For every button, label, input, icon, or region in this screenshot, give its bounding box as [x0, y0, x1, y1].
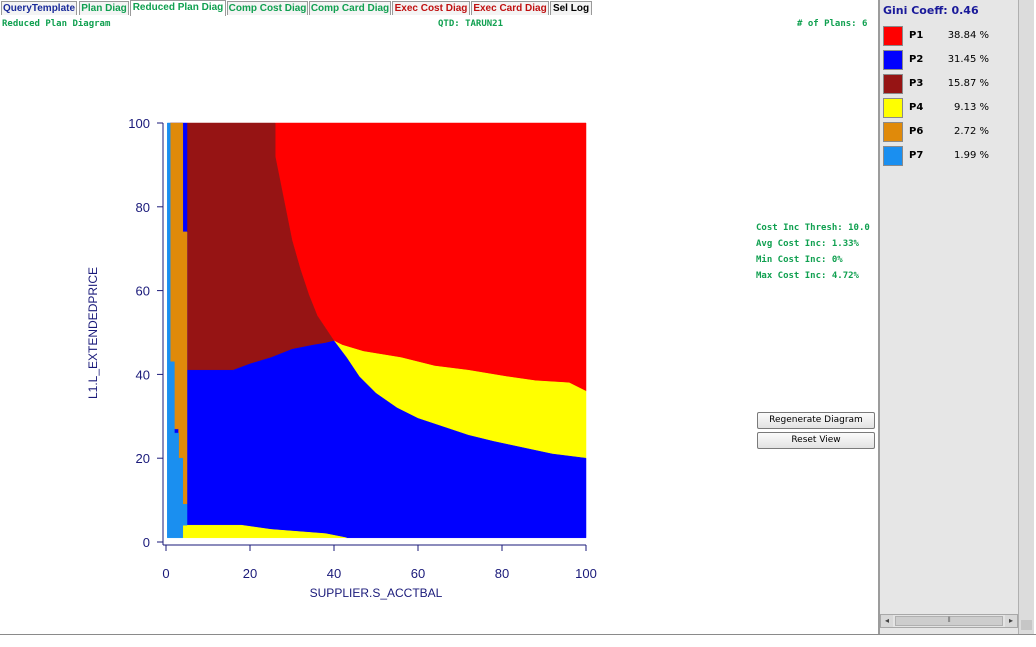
y-tick-label: 20: [136, 451, 150, 466]
y-tick-label: 60: [136, 284, 150, 299]
legend-plan-name: P1: [909, 30, 924, 41]
x-tick-label: 80: [495, 566, 509, 581]
regenerate-diagram-button[interactable]: Regenerate Diagram: [757, 412, 875, 429]
vertical-scrollbar[interactable]: [1018, 0, 1034, 634]
legend-plan-percent: 1.99 %: [954, 150, 989, 161]
scroll-right-icon[interactable]: ▸: [1005, 615, 1017, 627]
y-tick-label: 100: [128, 116, 150, 131]
legend-swatch: [883, 122, 903, 142]
x-tick-label: 0: [162, 566, 169, 581]
scroll-left-icon[interactable]: ◂: [881, 615, 893, 627]
legend-plan-percent: 9.13 %: [954, 102, 989, 113]
legend-item-p6[interactable]: P6 2.72 %: [883, 122, 1003, 144]
reset-view-button[interactable]: Reset View: [757, 432, 875, 449]
y-tick-label: 0: [143, 535, 150, 550]
scrollbar-thumb[interactable]: ⦀: [895, 616, 1003, 626]
legend-plan-percent: 38.84 %: [947, 30, 989, 41]
legend-plan-percent: 15.87 %: [947, 78, 989, 89]
y-tick-label: 40: [136, 367, 150, 382]
divider: [0, 634, 1036, 635]
legend-item-p2[interactable]: P2 31.45 %: [883, 50, 1003, 72]
legend-swatch: [883, 98, 903, 118]
legend-plan-percent: 31.45 %: [947, 54, 989, 65]
legend-swatch: [883, 146, 903, 166]
avg-cost-inc: Avg Cost Inc: 1.33%: [756, 239, 859, 249]
horizontal-scrollbar[interactable]: ◂ ⦀ ▸: [880, 614, 1018, 628]
legend-panel: Gini Coeff: 0.46 P1 38.84 % P2 31.45 % P3 15.…: [878, 0, 1024, 634]
scrollbar-thumb[interactable]: [1021, 620, 1032, 630]
legend-plan-name: P7: [909, 150, 924, 161]
legend-item-p4[interactable]: P4 9.13 %: [883, 98, 1003, 120]
x-tick-label: 20: [243, 566, 257, 581]
cost-inc-thresh: Cost Inc Thresh: 10.0: [756, 223, 870, 233]
legend-plan-name: P4: [909, 102, 924, 113]
legend-swatch: [883, 50, 903, 70]
reduced-plan-diagram[interactable]: 0 20 40 60 80 100 0 20 40 60 80 100 SUPPLIER.S_ACCT…: [0, 0, 640, 610]
legend-item-p1[interactable]: P1 38.84 %: [883, 26, 1003, 48]
x-tick-label: 60: [411, 566, 425, 581]
legend-plan-name: P3: [909, 78, 924, 89]
max-cost-inc: Max Cost Inc: 4.72%: [756, 271, 859, 281]
x-tick-label: 40: [327, 566, 341, 581]
gini-coefficient: Gini Coeff: 0.46: [883, 4, 979, 17]
x-axis-title: SUPPLIER.S_ACCTBAL: [310, 586, 443, 600]
legend-plan-name: P2: [909, 54, 924, 65]
y-tick-label: 80: [136, 200, 150, 215]
legend-plan-percent: 2.72 %: [954, 126, 989, 137]
legend-plan-name: P6: [909, 126, 924, 137]
legend-swatch: [883, 74, 903, 94]
min-cost-inc: Min Cost Inc: 0%: [756, 255, 843, 265]
x-tick-label: 100: [575, 566, 597, 581]
y-axis-title: L1.L_EXTENDEDPRICE: [86, 267, 100, 399]
legend-swatch: [883, 26, 903, 46]
num-plans-label: # of Plans: 6: [797, 19, 868, 29]
legend-item-p7[interactable]: P7 1.99 %: [883, 146, 1003, 168]
legend-item-p3[interactable]: P3 15.87 %: [883, 74, 1003, 96]
